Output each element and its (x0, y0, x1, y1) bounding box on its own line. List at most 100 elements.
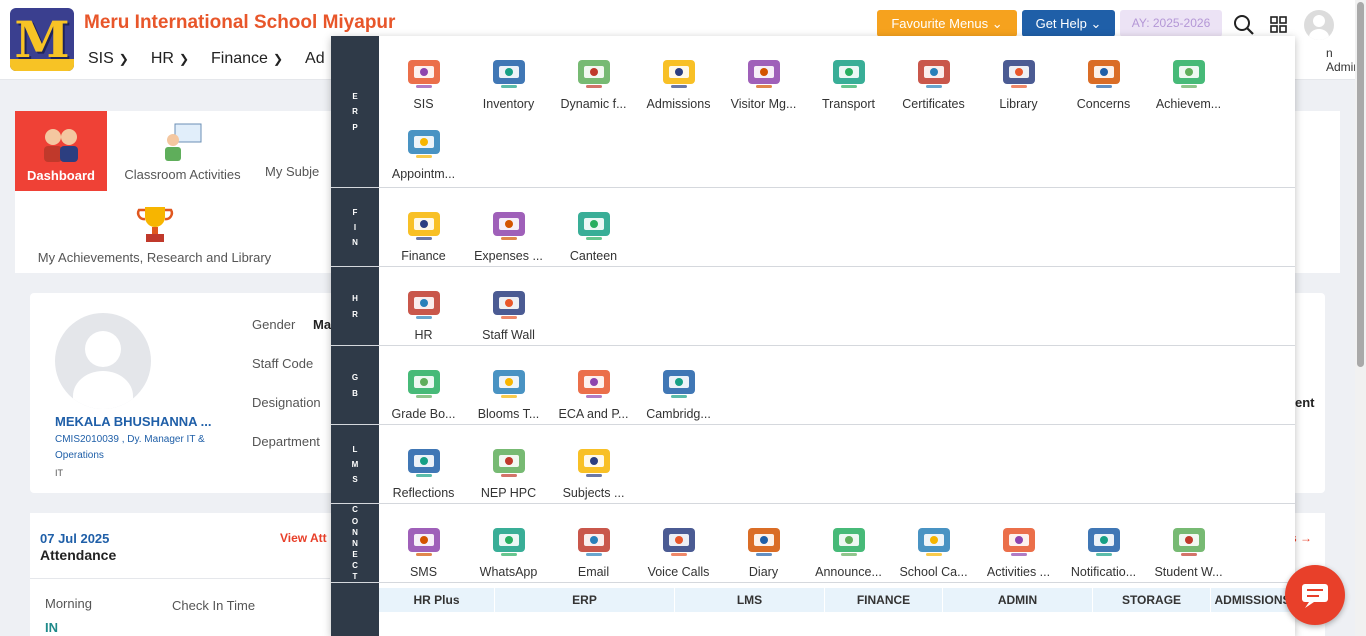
menu-item-notificatio[interactable]: Notificatio... (1061, 506, 1146, 579)
search-icon[interactable] (1233, 14, 1255, 36)
menu-item-student-w[interactable]: Student W... (1146, 506, 1231, 579)
menu-item-subjects[interactable]: Subjects ... (551, 427, 636, 500)
menu-item-appointm[interactable]: Appointm... (381, 108, 466, 181)
page-scrollbar[interactable] (1355, 0, 1366, 636)
school-name: Meru International School Miyapur (84, 12, 396, 33)
user-avatar[interactable] (1304, 10, 1334, 40)
menu-item-concerns[interactable]: Concerns (1061, 38, 1146, 111)
menu-item-hr[interactable]: HR (381, 269, 466, 342)
grade-bo-icon (404, 362, 444, 402)
teacher-icon (164, 123, 201, 161)
diary-icon (744, 520, 784, 560)
sms-icon (404, 520, 444, 560)
library-icon (999, 52, 1039, 92)
menu-item-sms[interactable]: SMS (381, 506, 466, 579)
cambridg-icon (659, 362, 699, 402)
my-subjects-tile[interactable]: My Subje (265, 120, 331, 179)
profile-name[interactable]: MEKALA BHUSHANNA ... (55, 414, 211, 429)
classroom-activities-tile[interactable]: Classroom Activities (110, 120, 255, 182)
menu-item-canteen[interactable]: Canteen (551, 190, 636, 263)
menu-item-voice-calls[interactable]: Voice Calls (636, 506, 721, 579)
staff-code-label: Staff Code (252, 356, 314, 371)
menu-item-grade-bo[interactable]: Grade Bo... (381, 348, 466, 421)
tab-finance[interactable]: FINANCE (825, 588, 943, 612)
menu-item-staff-wall[interactable]: Staff Wall (466, 269, 551, 342)
achievem-icon (1169, 52, 1209, 92)
profile-right-fragment: ent (1295, 395, 1315, 410)
menu-item-blooms-t[interactable]: Blooms T... (466, 348, 551, 421)
tab-admin[interactable]: ADMIN (943, 588, 1093, 612)
academic-year-badge[interactable]: AY: 2025-2026 (1120, 10, 1222, 37)
nav-sis[interactable]: SIS ❯ (88, 50, 129, 68)
achievements-tile[interactable]: My Achievements, Research and Library (22, 203, 287, 265)
dashboard-tile[interactable]: Dashboard (15, 111, 107, 191)
whatsapp-icon (489, 520, 529, 560)
profile-avatar (55, 313, 151, 409)
menu-item-email[interactable]: Email (551, 506, 636, 579)
profile-designation: Operations (55, 450, 104, 461)
certificates-icon (914, 52, 954, 92)
sis-icon (404, 52, 444, 92)
blooms-t-icon (489, 362, 529, 402)
dynamic-f-icon (574, 52, 614, 92)
menu-item-cambridg[interactable]: Cambridg... (636, 348, 721, 421)
chat-button[interactable] (1285, 565, 1345, 625)
menu-item-inventory[interactable]: Inventory (466, 38, 551, 111)
menu-item-activities[interactable]: Activities ... (976, 506, 1061, 579)
section-label-fin: FIN (352, 207, 358, 248)
menu-item-sis[interactable]: SIS (381, 38, 466, 111)
hr-icon (404, 283, 444, 323)
designation-label: Designation (252, 395, 321, 410)
menu-item-expenses[interactable]: Expenses ... (466, 190, 551, 263)
tab-admissions[interactable]: ADMISSIONS (1211, 588, 1295, 612)
voice-calls-icon (659, 520, 699, 560)
menu-item-diary[interactable]: Diary (721, 506, 806, 579)
eca-and-p-icon (574, 362, 614, 402)
tab-hr-plus[interactable]: HR Plus (379, 588, 495, 612)
menu-item-reflections[interactable]: Reflections (381, 427, 466, 500)
bottom-tabs: HR Plus ERP LMS FINANCE ADMIN STORAGE ADMISSIO… (379, 588, 1295, 636)
tab-storage[interactable]: STORAGE (1093, 588, 1211, 612)
menu-item-visitor-mg[interactable]: Visitor Mg... (721, 38, 806, 111)
menu-item-eca-and-p[interactable]: ECA and P... (551, 348, 636, 421)
attendance-status: IN (45, 620, 58, 635)
admissions-icon (659, 52, 699, 92)
student-w-icon (1169, 520, 1209, 560)
chevron-down-icon: ❯ (118, 52, 129, 66)
appointm-icon (404, 122, 444, 162)
attendance-title: Attendance (40, 547, 117, 563)
tab-lms[interactable]: LMS (675, 588, 825, 612)
email-icon (574, 520, 614, 560)
menu-item-finance[interactable]: Finance (381, 190, 466, 263)
view-attendance-link[interactable]: View Att (280, 531, 327, 545)
apps-grid-icon[interactable] (1268, 14, 1290, 36)
inventory-icon (489, 52, 529, 92)
announce-icon (829, 520, 869, 560)
reflections-icon (404, 441, 444, 481)
nep-hpc-icon (489, 441, 529, 481)
activities-icon (999, 520, 1039, 560)
menu-item-whatsapp[interactable]: WhatsApp (466, 506, 551, 579)
menu-item-certificates[interactable]: Certificates (891, 38, 976, 111)
get-help-button[interactable]: Get Help ⌄ (1022, 10, 1115, 37)
checkin-label: Check In Time (172, 598, 256, 613)
nav-finance[interactable]: Finance ❯ (211, 50, 283, 68)
menu-item-library[interactable]: Library (976, 38, 1061, 111)
menu-item-dynamic-f[interactable]: Dynamic f... (551, 38, 636, 111)
subjects-icon (574, 441, 614, 481)
menu-item-transport[interactable]: Transport (806, 38, 891, 111)
profile-dept: IT (55, 468, 63, 478)
menu-item-admissions[interactable]: Admissions (636, 38, 721, 111)
chevron-down-icon: ⌄ (1090, 15, 1102, 31)
menu-item-nep-hpc[interactable]: NEP HPC (466, 427, 551, 500)
menu-item-achievem[interactable]: Achievem... (1146, 38, 1231, 111)
nav-admin[interactable]: Ad (305, 50, 325, 68)
favourite-menus-button[interactable]: Favourite Menus ⌄ (877, 10, 1017, 37)
school-logo[interactable]: M (10, 8, 74, 71)
top-nav: SIS ❯ HR ❯ Finance ❯ Ad (88, 50, 325, 68)
menu-item-announce[interactable]: Announce... (806, 506, 891, 579)
menu-item-school-ca[interactable]: School Ca... (891, 506, 976, 579)
tab-erp[interactable]: ERP (495, 588, 675, 612)
nav-hr[interactable]: HR ❯ (151, 50, 189, 68)
transport-icon (829, 52, 869, 92)
